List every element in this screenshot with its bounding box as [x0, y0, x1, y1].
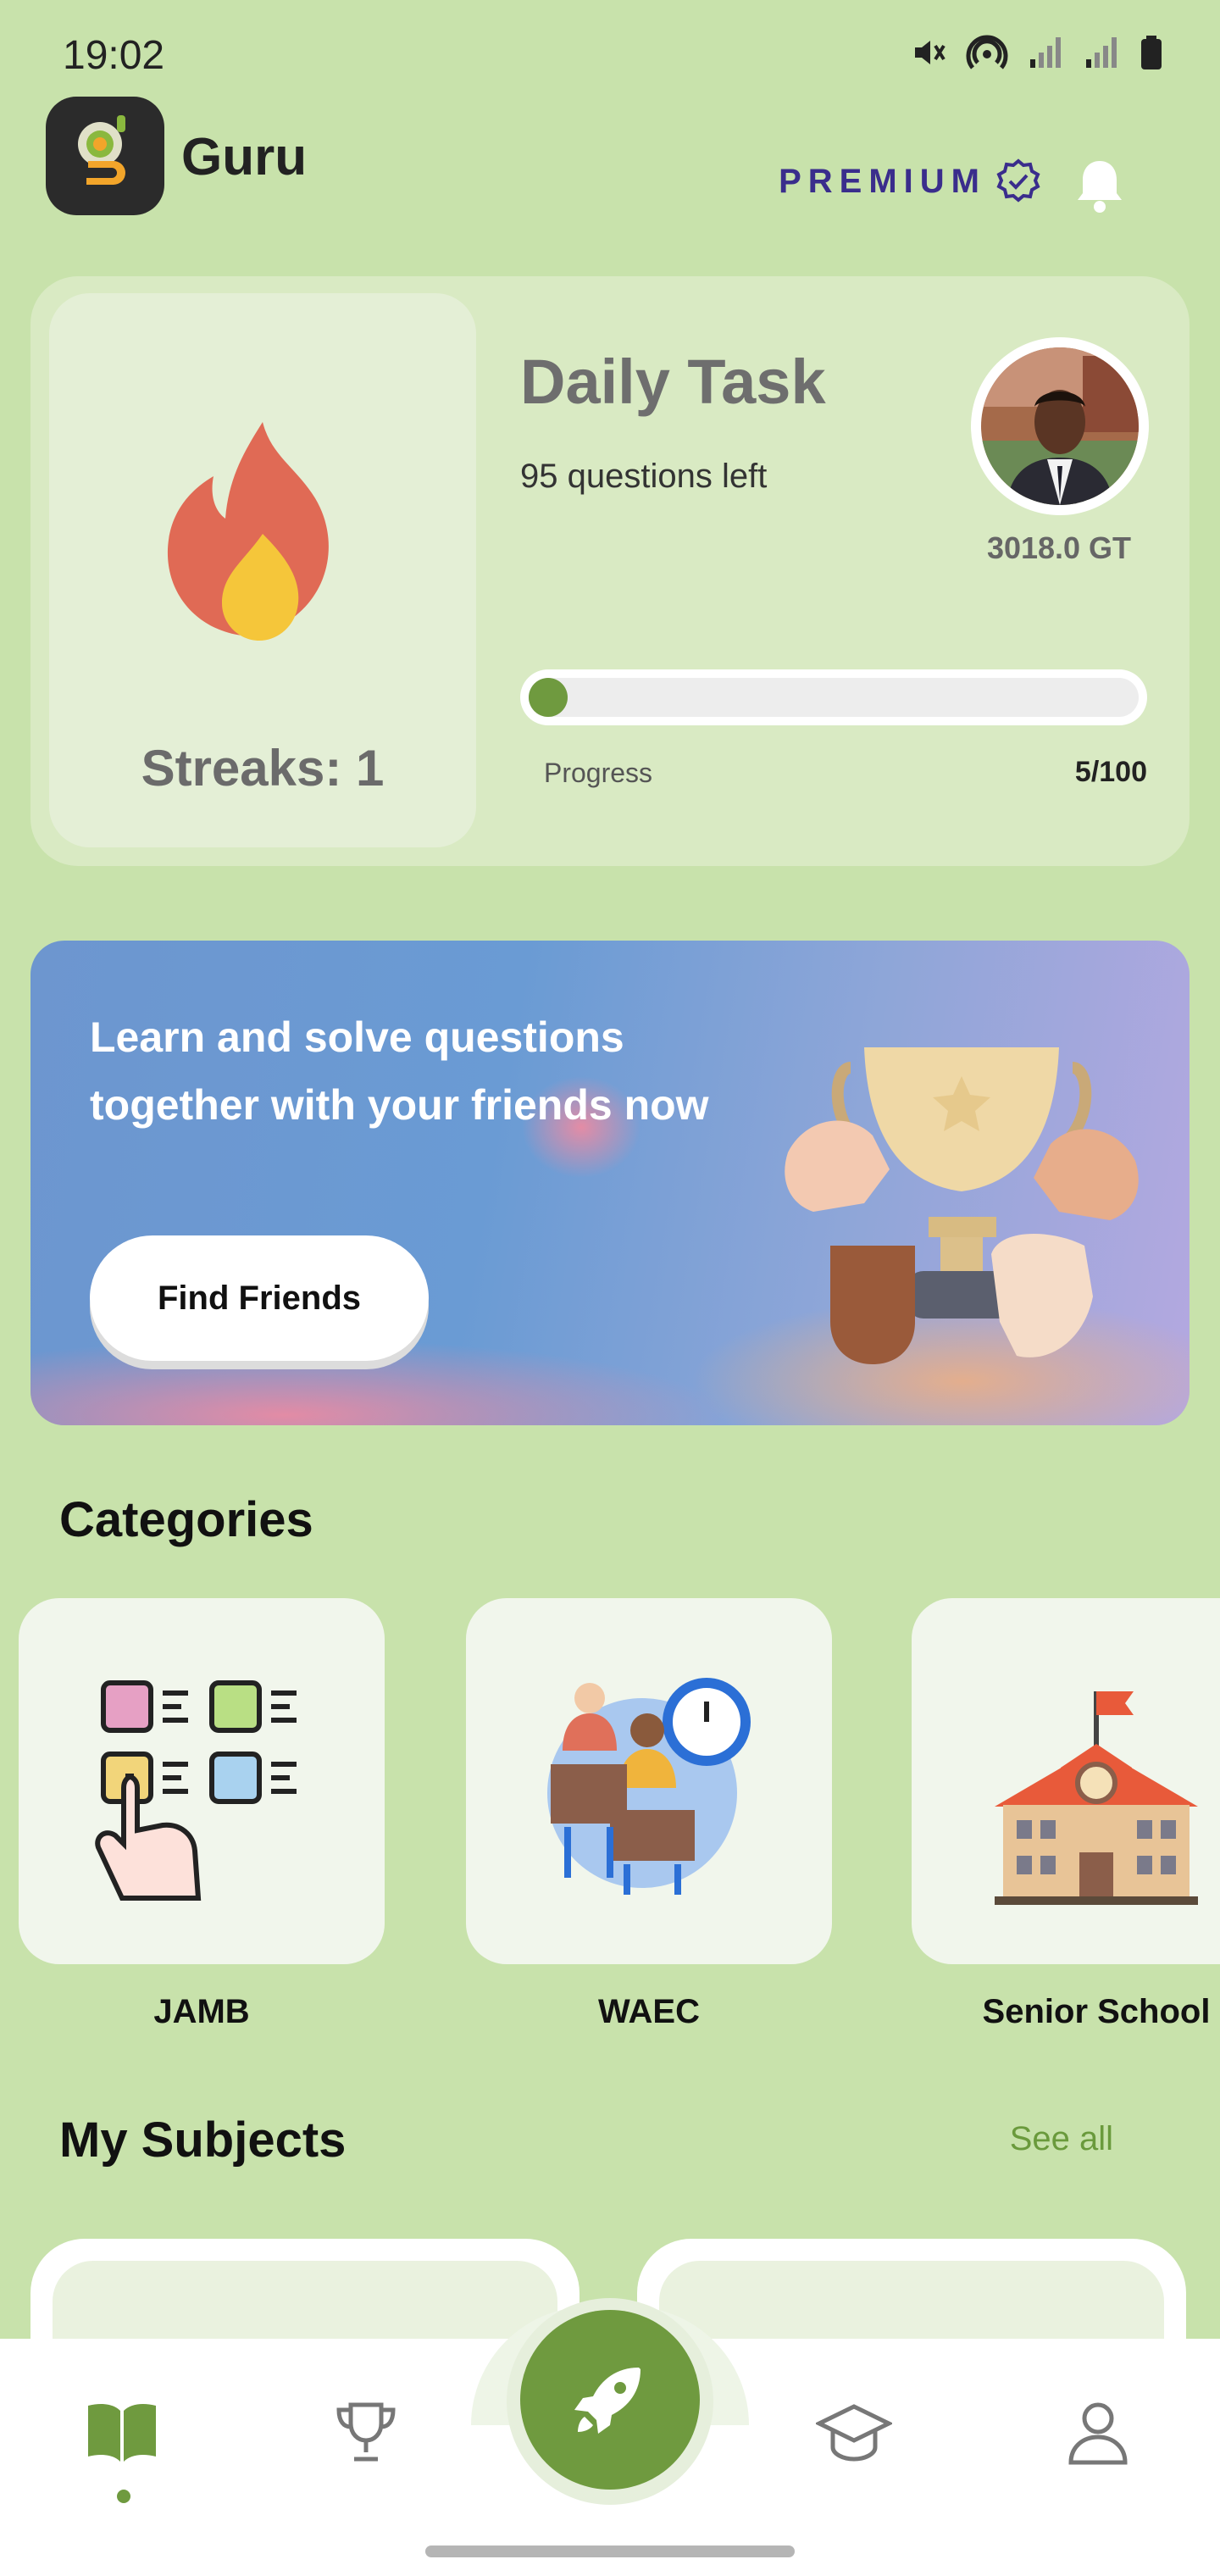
- battery-icon: [1141, 36, 1162, 69]
- profile-icon: [1068, 2402, 1128, 2465]
- rocket-icon: [574, 2368, 640, 2434]
- mute-icon: [915, 41, 946, 64]
- premium-badge[interactable]: PREMIUM: [779, 158, 1042, 205]
- nav-home[interactable]: [71, 2381, 173, 2483]
- school-building-icon: [995, 1691, 1198, 1905]
- avatar[interactable]: [981, 347, 1139, 505]
- my-subjects-title: My Subjects: [59, 2112, 347, 2168]
- signal-icon: [1030, 37, 1061, 68]
- banner-text: Learn and solve questions together with …: [90, 1013, 709, 1129]
- category-card-senior-school[interactable]: [912, 1598, 1220, 1964]
- category-label-senior-school: Senior School: [982, 1993, 1211, 2030]
- notification-bell[interactable]: [1073, 156, 1127, 219]
- signal-icon: [1086, 37, 1117, 68]
- graduation-cap-icon: [816, 2404, 892, 2462]
- progress-bar: [529, 678, 1139, 717]
- progress-label: Progress: [544, 758, 653, 788]
- classroom-exam-icon: [547, 1678, 751, 1895]
- category-label-jamb: JAMB: [153, 1993, 250, 2030]
- questions-left-text: 95 questions left: [520, 458, 768, 495]
- category-label-waec: WAEC: [598, 1993, 700, 2030]
- status-time: 19:02: [63, 33, 165, 78]
- trophy-hands-illustration: [779, 983, 1169, 1377]
- find-friends-label: Find Friends: [158, 1279, 361, 1317]
- nav-profile[interactable]: [1047, 2381, 1149, 2483]
- trophy-icon: [336, 2402, 396, 2462]
- premium-label: PREMIUM: [779, 162, 986, 200]
- see-all-link[interactable]: See all: [1010, 2120, 1113, 2158]
- bell-icon: [1078, 161, 1122, 213]
- app-name: Guru: [181, 128, 308, 186]
- start-quiz-button[interactable]: [520, 2310, 700, 2490]
- home-indicator[interactable]: [425, 2545, 795, 2557]
- category-card-jamb[interactable]: [19, 1598, 385, 1964]
- flame-icon: [163, 415, 363, 657]
- nav-courses[interactable]: [803, 2381, 905, 2483]
- abcd-quiz-icon: [95, 1680, 297, 1901]
- progress-count: 5/100: [1074, 756, 1147, 788]
- progress-fill: [529, 678, 568, 717]
- streak-label: Streaks: 1: [141, 740, 385, 797]
- gt-balance: 3018.0 GT: [986, 530, 1132, 565]
- status-icons: [910, 34, 1164, 71]
- daily-task-title: Daily Task: [520, 347, 826, 417]
- find-friends-button[interactable]: Find Friends: [90, 1235, 429, 1361]
- active-indicator: [117, 2490, 130, 2503]
- nav-leaderboard[interactable]: [315, 2381, 417, 2483]
- book-icon: [88, 2404, 156, 2462]
- category-card-waec[interactable]: [466, 1598, 832, 1964]
- categories-title: Categories: [59, 1492, 313, 1547]
- verified-badge-icon: [996, 158, 1040, 203]
- hotspot-icon: [966, 35, 1008, 69]
- app-logo: [46, 97, 164, 215]
